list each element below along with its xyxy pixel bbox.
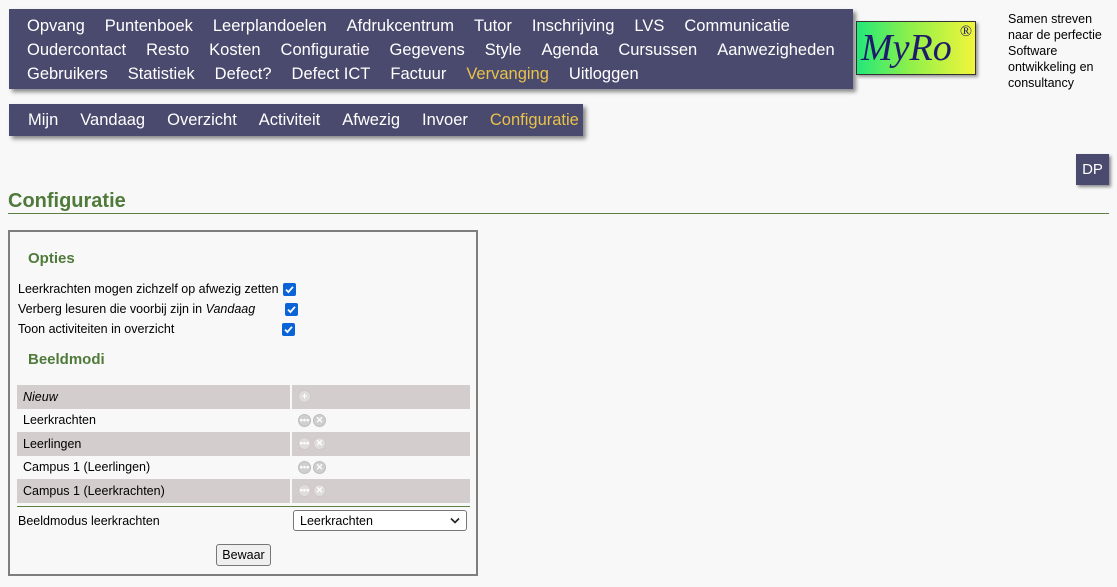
row-actions: + <box>292 385 470 409</box>
menu-item-vervanging[interactable]: Vervanging <box>456 65 559 84</box>
row-actions: ••• ✕ <box>292 456 470 480</box>
option-label: Leerkrachten mogen zichzelf op afwezig z… <box>18 282 279 296</box>
submenu-item-vandaag[interactable]: Vandaag <box>69 111 156 130</box>
menu-item-agenda[interactable]: Agenda <box>531 41 608 60</box>
menu-item-inschrijving[interactable]: Inschrijving <box>522 17 625 36</box>
menu-item-style[interactable]: Style <box>475 41 532 60</box>
selected-value: Leerkrachten <box>300 513 373 528</box>
hide-past-lessons-checkbox[interactable] <box>285 302 299 316</box>
option-row: Toon activiteiten in overzicht <box>18 320 296 338</box>
more-icon[interactable]: ••• <box>298 413 311 427</box>
tagline-line: Samen streven <box>1008 12 1093 26</box>
checkmark-icon <box>287 305 296 313</box>
options-heading: Opties <box>28 250 75 267</box>
tagline-line: Software <box>1008 44 1058 58</box>
table-row: Campus 1 (Leerkrachten) ••• ✕ <box>17 479 470 503</box>
row-actions: ••• ✕ <box>292 432 470 456</box>
more-icon[interactable]: ••• <box>298 460 311 474</box>
row-actions: ••• ✕ <box>292 409 470 433</box>
chevron-down-icon <box>450 517 460 524</box>
table-divider <box>17 506 470 507</box>
logo-text: MyRo <box>861 27 952 69</box>
menu-item-leerplandoelen[interactable]: Leerplandoelen <box>203 17 337 36</box>
menu-item-kosten[interactable]: Kosten <box>199 41 270 60</box>
menu-item-opvang[interactable]: Opvang <box>17 17 95 36</box>
user-initials-button[interactable]: DP <box>1076 154 1109 185</box>
add-icon[interactable]: + <box>298 390 311 404</box>
display-modes-table: Nieuw + Leerkrachten ••• ✕ Leerlingen ••… <box>17 385 470 503</box>
teacher-mode-select[interactable]: Leerkrachten <box>293 510 467 531</box>
menu-item-cursussen[interactable]: Cursussen <box>608 41 707 60</box>
delete-icon[interactable]: ✕ <box>313 437 326 451</box>
tagline-line: ontwikkeling en <box>1008 60 1094 74</box>
tagline-line: consultancy <box>1008 76 1075 90</box>
menu-item-factuur[interactable]: Factuur <box>380 65 456 84</box>
teacher-mode-label: Beeldmodus leerkrachten <box>18 513 160 528</box>
page-title: Configuratie <box>8 190 126 212</box>
menu-item-resto[interactable]: Resto <box>136 41 199 60</box>
submenu-item-afwezig[interactable]: Afwezig <box>331 111 411 130</box>
tagline: Samen streven naar de perfectie Software… <box>1008 11 1116 91</box>
submenu-item-mijn[interactable]: Mijn <box>17 111 69 130</box>
option-label-text: Verberg lesuren die voorbij zijn in <box>18 302 206 316</box>
option-label: Verberg lesuren die voorbij zijn in Vand… <box>18 302 255 316</box>
menu-item-configuratie[interactable]: Configuratie <box>271 41 380 60</box>
menu-item-defect-ict[interactable]: Defect ICT <box>282 65 381 84</box>
menu-item-lvs[interactable]: LVS <box>624 17 674 36</box>
menu-item-uitloggen[interactable]: Uitloggen <box>559 65 649 84</box>
save-button[interactable]: Bewaar <box>216 544 271 566</box>
new-mode-label: Nieuw <box>17 385 290 409</box>
menu-item-oudercontact[interactable]: Oudercontact <box>17 41 136 60</box>
main-menu-row-1: Opvang Puntenboek Leerplandoelen Afdrukc… <box>17 14 853 38</box>
configuration-panel: Opties Leerkrachten mogen zichzelf op af… <box>8 230 478 576</box>
more-icon[interactable]: ••• <box>298 437 311 451</box>
menu-item-communicatie[interactable]: Communicatie <box>674 17 799 36</box>
title-divider <box>8 213 1109 214</box>
menu-item-tutor[interactable]: Tutor <box>464 17 522 36</box>
menu-item-defect[interactable]: Defect? <box>205 65 282 84</box>
mode-name: Leerkrachten <box>23 413 96 428</box>
display-modes-heading: Beeldmodi <box>28 351 105 368</box>
menu-item-gebruikers[interactable]: Gebruikers <box>17 65 118 84</box>
option-label-emphasis: Vandaag <box>205 302 256 316</box>
checkmark-icon <box>284 325 294 333</box>
delete-icon[interactable]: ✕ <box>313 460 326 474</box>
table-row: Nieuw + <box>17 385 470 409</box>
option-row: Leerkrachten mogen zichzelf op afwezig z… <box>18 280 296 298</box>
submenu-item-invoer[interactable]: Invoer <box>411 111 479 130</box>
myro-logo: MyRo ® <box>856 21 976 75</box>
checkmark-icon <box>284 285 294 293</box>
row-actions: ••• ✕ <box>292 479 470 503</box>
table-row: Leerlingen ••• ✕ <box>17 432 470 456</box>
mode-name: Campus 1 (Leerkrachten) <box>17 479 290 503</box>
menu-item-puntenboek[interactable]: Puntenboek <box>95 17 203 36</box>
main-menu-row-3: Gebruikers Statistiek Defect? Defect ICT… <box>17 62 853 86</box>
menu-item-aanwezigheden[interactable]: Aanwezigheden <box>707 41 844 60</box>
more-icon[interactable]: ••• <box>298 484 311 498</box>
self-absent-checkbox[interactable] <box>282 282 296 296</box>
tagline-line: naar de perfectie <box>1008 28 1102 42</box>
menu-item-statistiek[interactable]: Statistiek <box>118 65 205 84</box>
table-row: Campus 1 (Leerlingen) ••• ✕ <box>17 456 470 480</box>
table-row: Leerkrachten ••• ✕ <box>17 409 470 433</box>
mode-name: Leerlingen <box>17 432 290 456</box>
teacher-mode-row: Beeldmodus leerkrachten Leerkrachten <box>18 510 470 531</box>
show-activities-checkbox[interactable] <box>282 322 296 336</box>
menu-item-gegevens[interactable]: Gegevens <box>380 41 475 60</box>
option-label: Toon activiteiten in overzicht <box>18 322 175 336</box>
submenu-item-activiteit[interactable]: Activiteit <box>248 111 331 130</box>
registered-mark: ® <box>959 23 972 40</box>
submenu-item-configuratie[interactable]: Configuratie <box>479 111 590 130</box>
delete-icon[interactable]: ✕ <box>313 413 326 427</box>
option-row: Verberg lesuren die voorbij zijn in Vand… <box>18 300 299 318</box>
sub-menu: Mijn Vandaag Overzicht Activiteit Afwezi… <box>9 104 583 136</box>
mode-name: Campus 1 (Leerlingen) <box>23 460 151 475</box>
submenu-item-overzicht[interactable]: Overzicht <box>156 111 248 130</box>
menu-item-afdrukcentrum[interactable]: Afdrukcentrum <box>337 17 464 36</box>
main-menu-row-2: Oudercontact Resto Kosten Configuratie G… <box>17 38 853 62</box>
delete-icon[interactable]: ✕ <box>313 484 326 498</box>
main-menu: Opvang Puntenboek Leerplandoelen Afdrukc… <box>9 9 853 89</box>
